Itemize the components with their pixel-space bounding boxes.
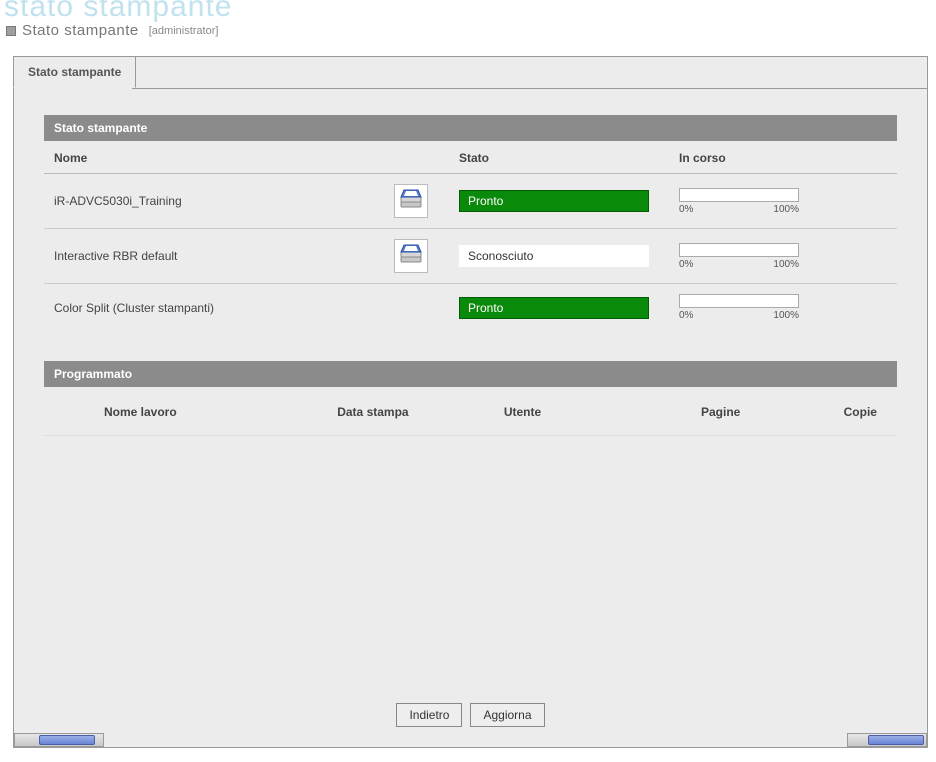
- col-utente: Utente: [504, 405, 654, 419]
- main-panel: Stato stampante Stato stampante Nome Sta…: [13, 56, 928, 748]
- page-header: Stato stampante [administrator]: [6, 22, 218, 39]
- col-pagine: Pagine: [654, 405, 771, 419]
- printer-icon: [394, 239, 428, 273]
- printer-row: Interactive RBR default: [44, 229, 897, 284]
- page-title: Stato stampante: [22, 22, 139, 39]
- printer-row: Color Split (Cluster stampanti) Pronto 0…: [44, 284, 897, 331]
- progress-indicator: 0% 100%: [679, 243, 799, 270]
- footer-buttons: Indietro Aggiorna: [14, 703, 927, 727]
- status-badge: Sconosciuto: [459, 245, 649, 267]
- progress-max: 100%: [773, 259, 799, 270]
- scheduled-columns: Nome lavoro Data stampa Utente Pagine Co…: [44, 387, 897, 436]
- printer-row: iR-ADVC5030i_Training: [44, 174, 897, 229]
- progress-min: 0%: [679, 204, 693, 215]
- scrollbar-thumb[interactable]: [868, 735, 924, 745]
- col-data-stampa: Data stampa: [337, 405, 504, 419]
- status-badge: Pronto: [459, 297, 649, 319]
- col-copie: Copie: [770, 405, 887, 419]
- refresh-button[interactable]: Aggiorna: [470, 703, 544, 727]
- tab-stato-stampante[interactable]: Stato stampante: [13, 56, 136, 88]
- col-nome: Nome: [54, 151, 394, 165]
- col-stato: Stato: [459, 151, 679, 165]
- scheduled-section: Programmato Nome lavoro Data stampa Uten…: [44, 361, 897, 436]
- progress-min: 0%: [679, 310, 693, 321]
- progress-indicator: 0% 100%: [679, 294, 799, 321]
- progress-max: 100%: [773, 310, 799, 321]
- printer-name: Color Split (Cluster stampanti): [54, 301, 394, 315]
- progress-indicator: 0% 100%: [679, 188, 799, 215]
- header-bullet-icon: [6, 26, 16, 36]
- tab-strip: Stato stampante: [14, 57, 927, 89]
- col-in-corso: In corso: [679, 151, 839, 165]
- printer-icon: [394, 184, 428, 218]
- progress-min: 0%: [679, 259, 693, 270]
- col-nome-lavoro: Nome lavoro: [54, 405, 337, 419]
- scrollbar-track-right[interactable]: [847, 733, 927, 747]
- printer-name: Interactive RBR default: [54, 249, 394, 263]
- current-user-label: [administrator]: [149, 25, 219, 37]
- status-badge: Pronto: [459, 190, 649, 212]
- back-button[interactable]: Indietro: [396, 703, 462, 727]
- scrollbar-track-left[interactable]: [14, 733, 104, 747]
- scrollbar-thumb[interactable]: [39, 735, 95, 745]
- printer-status-section: Stato stampante Nome Stato In corso iR-A…: [44, 115, 897, 331]
- tab-underline: [14, 88, 927, 89]
- printer-status-header: Stato stampante: [44, 115, 897, 141]
- progress-max: 100%: [773, 204, 799, 215]
- printer-status-columns: Nome Stato In corso: [44, 141, 897, 174]
- printer-name: iR-ADVC5030i_Training: [54, 194, 394, 208]
- scheduled-header: Programmato: [44, 361, 897, 387]
- background-watermark-title: stato stampante: [4, 0, 232, 24]
